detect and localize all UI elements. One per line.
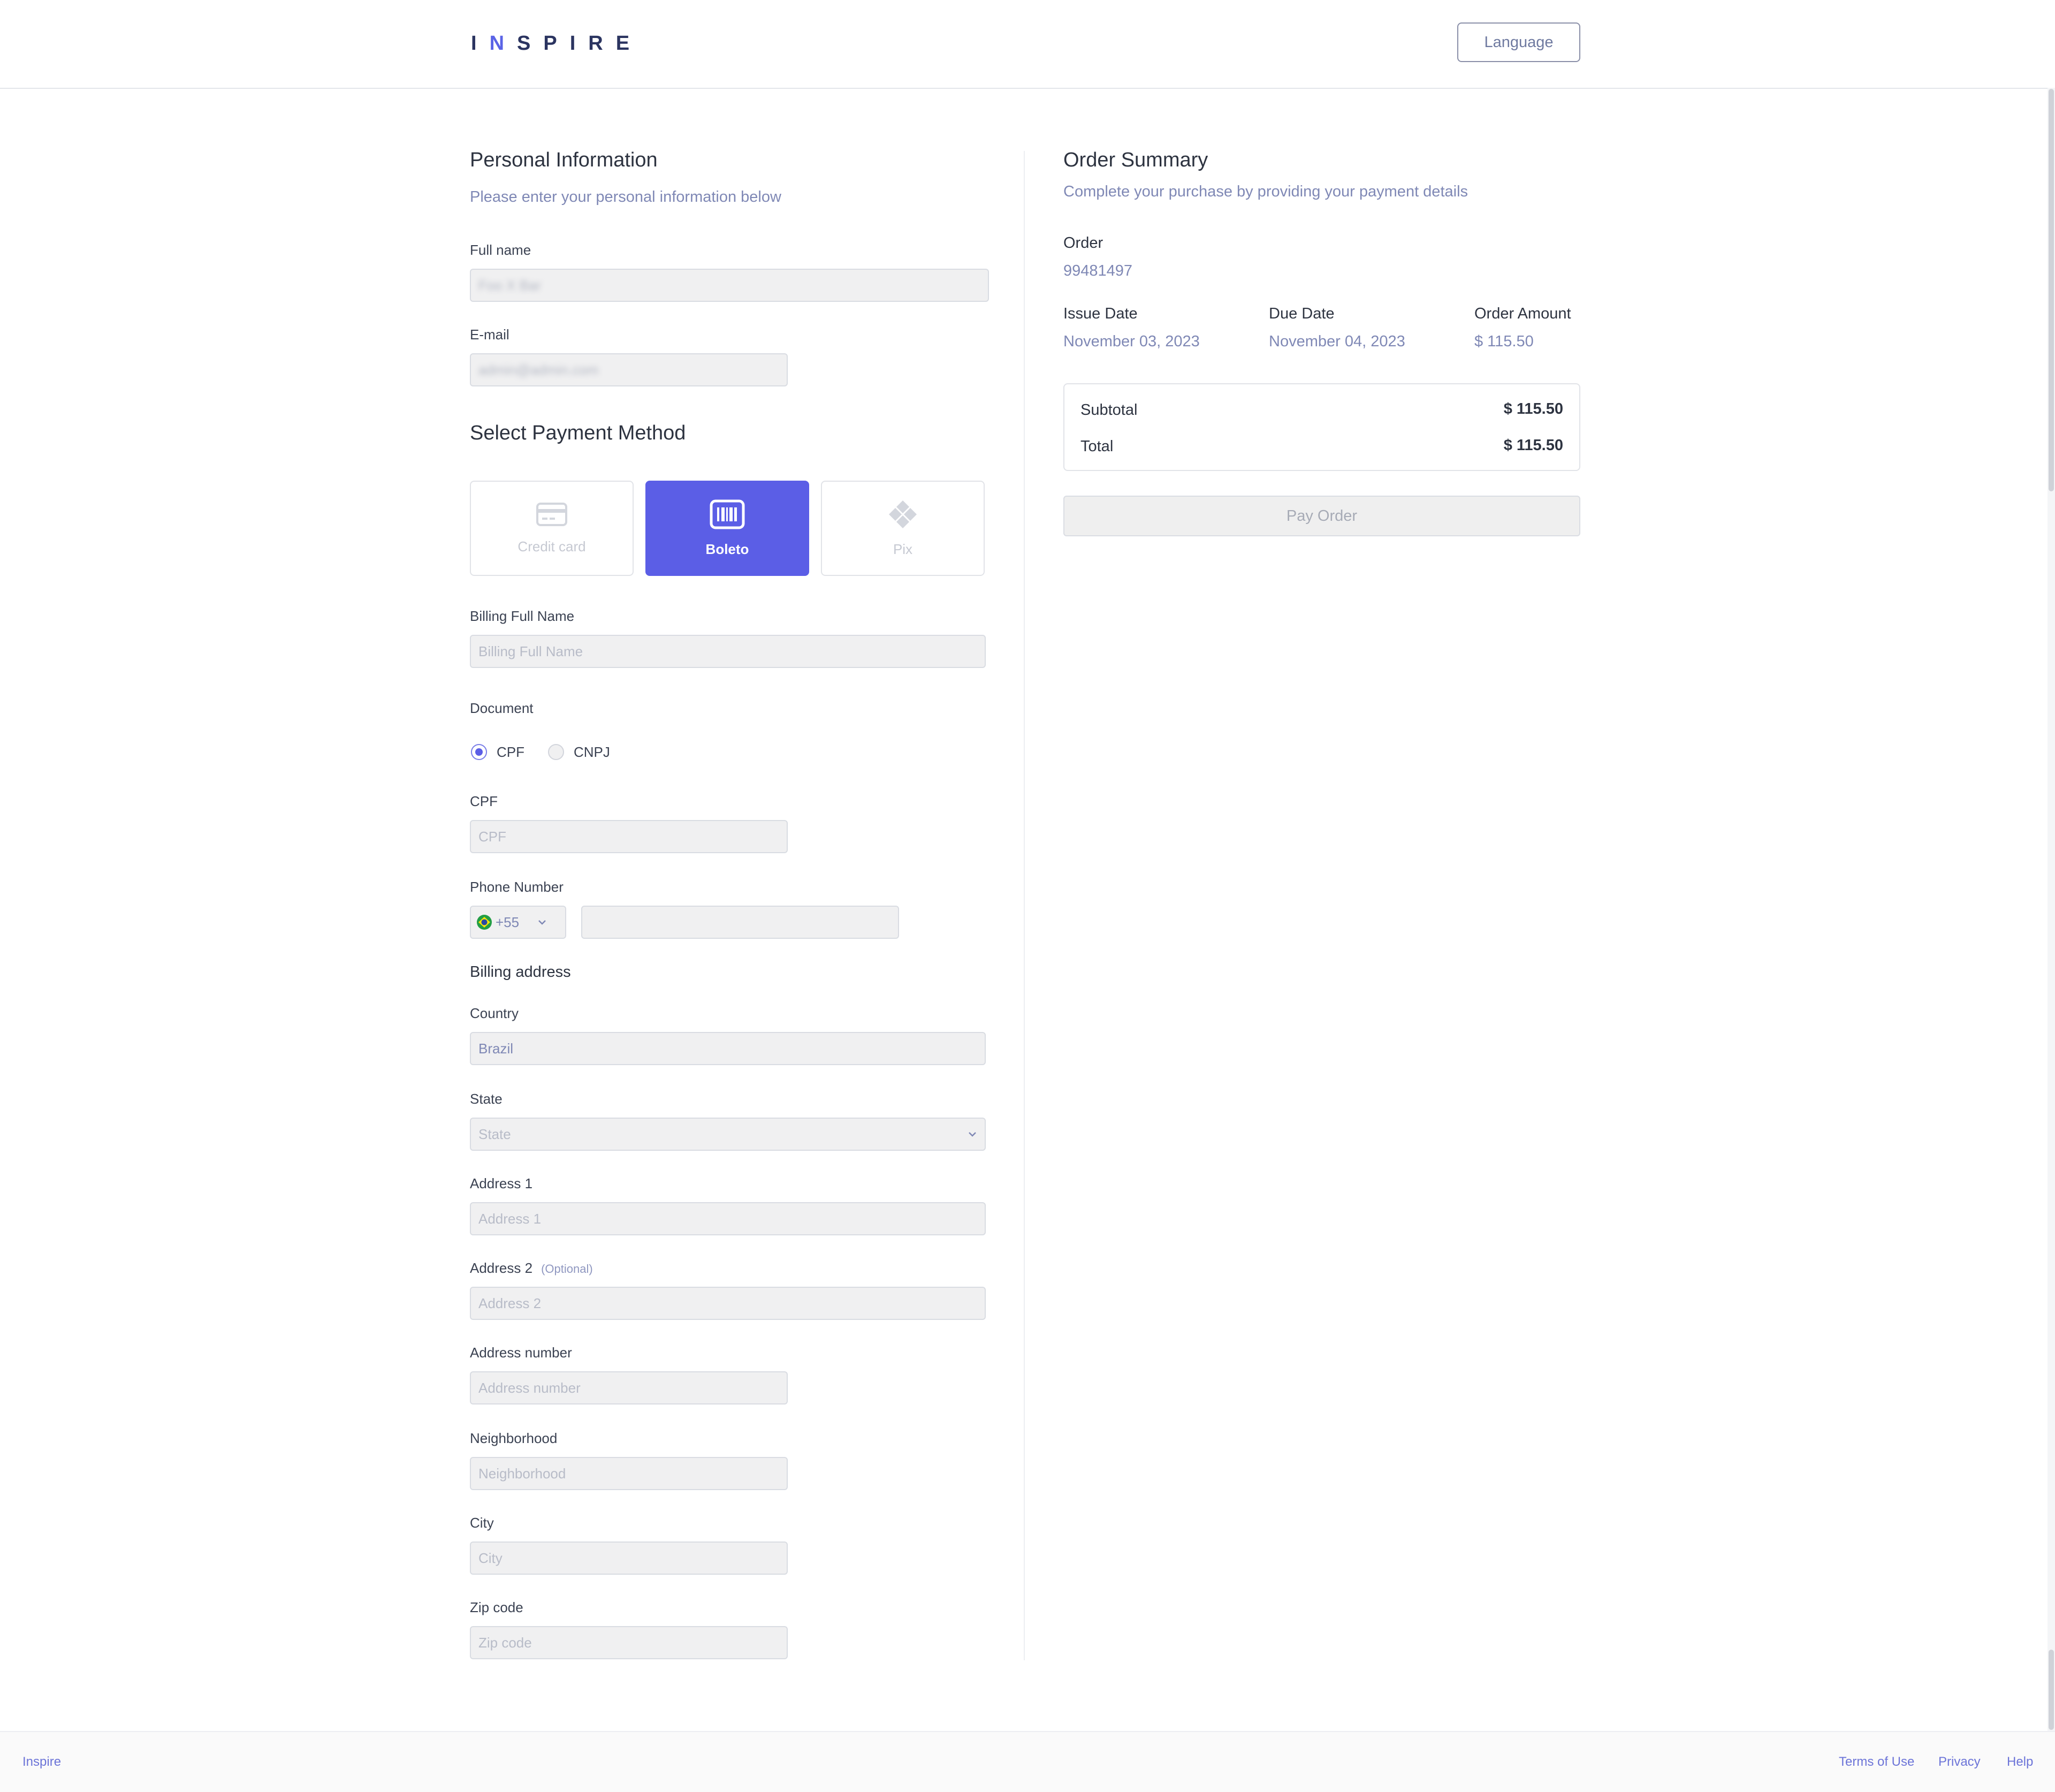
billing-address-title: Billing address (470, 963, 571, 981)
fullname-value: Foo X Bar (478, 277, 542, 293)
address-number-placeholder: Address number (478, 1379, 581, 1396)
cpf-input[interactable]: CPF (470, 820, 788, 853)
order-label: Order (1063, 234, 1103, 252)
personal-info-title: Personal Information (470, 149, 658, 171)
barcode-icon (710, 499, 745, 529)
neighborhood-input[interactable]: Neighborhood (470, 1457, 788, 1490)
due-date-value: November 04, 2023 (1269, 333, 1405, 350)
neighborhood-placeholder: Neighborhood (478, 1465, 566, 1482)
optional-tag: (Optional) (541, 1262, 593, 1275)
cpf-placeholder: CPF (478, 828, 506, 845)
logo-text-part1: I (471, 32, 490, 55)
logo-text-accent: N (489, 32, 517, 55)
address-number-label: Address number (470, 1345, 572, 1361)
country-label: Country (470, 1005, 519, 1021)
footer-help-link[interactable]: Help (2007, 1755, 2033, 1770)
scrollbar-thumb-secondary[interactable] (2049, 1650, 2054, 1730)
subtotal-label: Subtotal (1080, 401, 1138, 419)
pay-order-button[interactable]: Pay Order (1063, 496, 1580, 536)
phone-country-code: +55 (496, 914, 520, 930)
state-select[interactable]: State (470, 1118, 986, 1151)
address1-input[interactable]: Address 1 (470, 1202, 986, 1235)
city-label: City (470, 1515, 494, 1531)
billing-fullname-label: Billing Full Name (470, 608, 575, 624)
document-radio-cnpj-label[interactable]: CNPJ (574, 744, 610, 761)
billing-fullname-input[interactable]: Billing Full Name (470, 635, 986, 668)
fullname-label: Full name (470, 242, 531, 258)
order-amount-value: $ 115.50 (1474, 333, 1534, 350)
total-value: $ 115.50 (1503, 437, 1563, 454)
brazil-flag-icon (477, 915, 492, 930)
city-input[interactable]: City (470, 1542, 788, 1575)
phone-number-input[interactable] (581, 906, 899, 939)
phone-label: Phone Number (470, 879, 564, 895)
phone-country-select[interactable]: +55 (470, 906, 566, 939)
issue-date-label: Issue Date (1063, 305, 1138, 322)
page-footer (0, 1731, 2055, 1792)
order-summary-title: Order Summary (1063, 149, 1208, 171)
order-number: 99481497 (1063, 262, 1133, 279)
issue-date-value: November 03, 2023 (1063, 333, 1200, 350)
payment-option-label: Pix (893, 541, 913, 557)
neighborhood-label: Neighborhood (470, 1430, 558, 1446)
payment-option-pix[interactable]: Pix (821, 481, 985, 576)
pix-icon (889, 500, 917, 528)
document-radio-cnpj[interactable] (548, 744, 564, 760)
address1-placeholder: Address 1 (478, 1210, 542, 1227)
state-placeholder: State (478, 1126, 511, 1142)
zip-placeholder: Zip code (478, 1634, 532, 1651)
address-number-input[interactable]: Address number (470, 1371, 788, 1404)
city-placeholder: City (478, 1550, 503, 1566)
payment-option-label: Credit card (517, 538, 586, 555)
country-input: Brazil (470, 1032, 986, 1065)
order-totals-box: Subtotal $ 115.50 Total $ 115.50 (1063, 383, 1580, 471)
email-value: admin@admin.com (478, 361, 599, 378)
order-amount-label: Order Amount (1474, 305, 1571, 322)
address1-label: Address 1 (470, 1175, 533, 1191)
chevron-down-icon (538, 920, 546, 925)
due-date-label: Due Date (1269, 305, 1335, 322)
chevron-down-icon (969, 1132, 976, 1137)
column-divider (1024, 151, 1025, 1660)
payment-method-title: Select Payment Method (470, 422, 686, 444)
zip-input[interactable]: Zip code (470, 1626, 788, 1659)
language-button[interactable]: Language (1457, 22, 1580, 62)
address2-label-row: Address 2 (Optional) (470, 1260, 593, 1277)
payment-option-label: Boleto (705, 541, 749, 557)
address2-input[interactable]: Address 2 (470, 1287, 986, 1320)
total-label: Total (1080, 438, 1114, 455)
personal-info-subtitle: Please enter your personal information b… (470, 188, 781, 206)
logo-text-part2: SPIRE (517, 32, 643, 55)
order-summary-subtitle: Complete your purchase by providing your… (1063, 183, 1468, 200)
inspire-logo[interactable]: I N SPIRE (471, 30, 642, 57)
state-label: State (470, 1091, 503, 1107)
payment-option-boleto[interactable]: Boleto (645, 481, 809, 576)
country-value: Brazil (478, 1040, 514, 1057)
fullname-input[interactable]: Foo X Bar (470, 269, 989, 302)
subtotal-value: $ 115.50 (1503, 400, 1563, 417)
footer-terms-link[interactable]: Terms of Use (1839, 1755, 1914, 1770)
document-radio-cpf[interactable] (471, 744, 487, 760)
address2-placeholder: Address 2 (478, 1295, 542, 1311)
top-header: I N SPIRE Language (0, 0, 2055, 89)
document-radio-cpf-label[interactable]: CPF (497, 744, 524, 761)
document-label: Document (470, 700, 534, 716)
cpf-label: CPF (470, 793, 498, 809)
scrollbar-thumb[interactable] (2049, 89, 2054, 491)
email-label: E-mail (470, 326, 509, 343)
zip-label: Zip code (470, 1599, 523, 1615)
footer-privacy-link[interactable]: Privacy (1938, 1755, 1981, 1770)
email-input[interactable]: admin@admin.com (470, 353, 788, 386)
payment-option-credit-card[interactable]: Credit card (470, 481, 634, 576)
address2-label: Address 2 (470, 1260, 533, 1276)
credit-card-icon (536, 502, 567, 526)
footer-brand-link[interactable]: Inspire (22, 1755, 61, 1770)
billing-fullname-placeholder: Billing Full Name (478, 643, 583, 659)
